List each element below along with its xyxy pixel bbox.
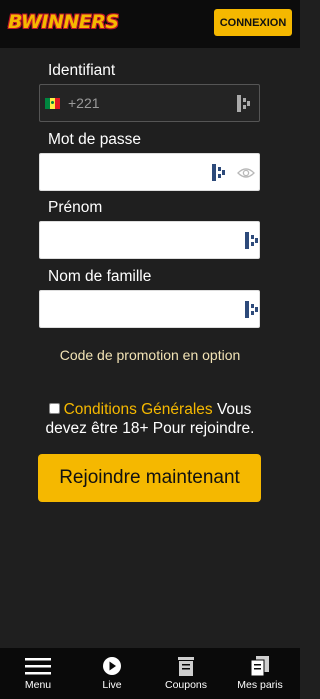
brand-logo[interactable]: BWINNERS: [8, 8, 119, 36]
password-manager-icon[interactable]: [245, 232, 259, 249]
password-manager-icon[interactable]: [245, 301, 259, 318]
hamburger-icon: [25, 658, 51, 675]
join-now-button[interactable]: Rejoindre maintenant: [38, 454, 261, 502]
bets-icon: [250, 656, 269, 677]
top-header: BWINNERS CONNEXION: [0, 0, 300, 48]
terms-link[interactable]: Conditions Générales: [64, 401, 213, 418]
nav-item-my-bets[interactable]: Mes paris: [234, 648, 286, 699]
play-icon: [103, 657, 121, 675]
nav-label: Menu: [24, 679, 52, 691]
password-manager-icon[interactable]: [237, 95, 251, 112]
lastname-input[interactable]: [39, 290, 260, 328]
firstname-label: Prénom: [48, 199, 103, 216]
bottom-nav: Menu Live Coupons Mes paris: [0, 648, 300, 699]
eye-icon[interactable]: [237, 166, 255, 180]
password-input[interactable]: [39, 153, 260, 191]
senegal-flag-icon[interactable]: [45, 98, 60, 109]
coupon-icon: [178, 657, 194, 676]
password-label: Mot de passe: [48, 131, 142, 148]
nav-label: Mes paris: [237, 679, 283, 691]
nav-item-live[interactable]: Live: [94, 648, 130, 699]
nav-item-menu[interactable]: Menu: [20, 648, 56, 699]
terms-checkbox[interactable]: [48, 403, 60, 414]
login-button[interactable]: CONNEXION: [214, 9, 292, 36]
nav-label: Live: [102, 679, 122, 691]
nav-item-coupons[interactable]: Coupons: [160, 648, 212, 699]
password-manager-icon[interactable]: [212, 164, 226, 181]
identifiant-label: Identifiant: [48, 62, 116, 79]
firstname-input[interactable]: [39, 221, 260, 259]
terms-text: Conditions Générales Vous devez être 18+…: [36, 400, 264, 438]
lastname-label: Nom de famille: [48, 268, 152, 285]
phone-input[interactable]: +221: [39, 84, 260, 122]
country-code-prefix: +221: [68, 95, 100, 111]
promo-code-link[interactable]: Code de promotion en option: [0, 347, 300, 363]
nav-label: Coupons: [164, 679, 208, 691]
